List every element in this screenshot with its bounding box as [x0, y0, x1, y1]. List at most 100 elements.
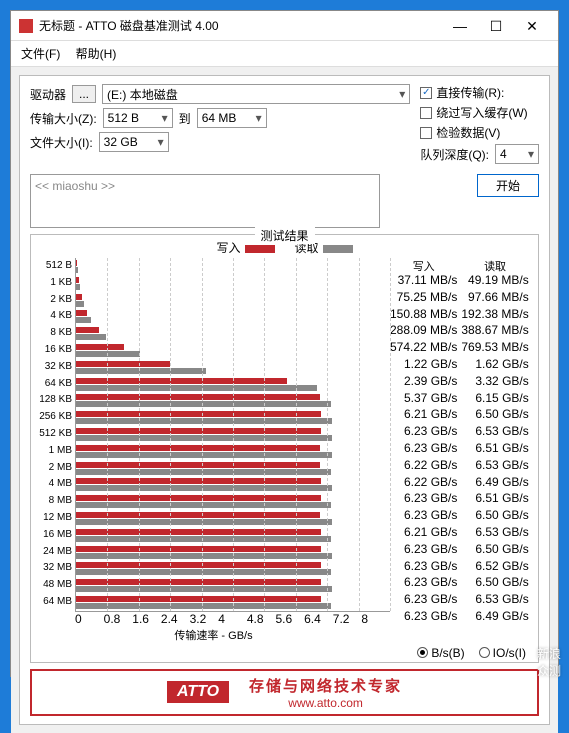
read-bar [76, 452, 332, 458]
read-value: 6.49 GB/s [461, 608, 528, 625]
read-bar [76, 502, 331, 508]
banner-tagline: 存储与网络技术专家 [249, 675, 402, 696]
direct-io-checkbox[interactable]: ✓直接传输(R): [420, 84, 539, 101]
read-value: 769.53 MB/s [461, 339, 528, 356]
read-value: 97.66 MB/s [461, 289, 528, 306]
x-tick: 0.8 [104, 612, 133, 626]
read-value: 1.62 GB/s [461, 356, 528, 373]
write-value: 6.23 GB/s [390, 440, 457, 457]
x-axis-title: 传输速率 - GB/s [37, 627, 390, 643]
menu-file[interactable]: 文件(F) [21, 47, 60, 61]
read-bar [76, 334, 106, 340]
verify-data-checkbox[interactable]: 检验数据(V) [420, 124, 539, 141]
minimize-button[interactable]: — [442, 19, 478, 33]
read-value: 49.19 MB/s [461, 272, 528, 289]
queue-depth-select[interactable]: 4 [495, 144, 539, 164]
write-value: 6.23 GB/s [390, 608, 457, 625]
options-group: ✓直接传输(R): 绕过写入缓存(W) 检验数据(V) 队列深度(Q): 4 [420, 84, 539, 168]
y-tick: 512 B [37, 258, 72, 275]
io-to-label: 到 [179, 110, 191, 127]
x-tick: 7.2 [333, 612, 362, 626]
read-bar [76, 267, 78, 273]
read-bar [76, 435, 332, 441]
write-bar [76, 428, 321, 434]
y-tick: 16 MB [37, 527, 72, 544]
write-bar [76, 394, 320, 400]
write-value: 150.88 MB/s [390, 306, 457, 323]
write-bar [76, 529, 321, 535]
write-value: 6.23 GB/s [390, 574, 457, 591]
close-button[interactable]: ✕ [514, 19, 550, 33]
queue-depth-label: 队列深度(Q): [420, 146, 489, 163]
write-bar [76, 277, 79, 283]
y-tick: 256 KB [37, 409, 72, 426]
read-value: 6.53 GB/s [461, 591, 528, 608]
write-value: 75.25 MB/s [390, 289, 457, 306]
read-value: 6.50 GB/s [461, 406, 528, 423]
start-button[interactable]: 开始 [477, 174, 539, 197]
x-tick: 8 [361, 612, 390, 626]
write-bar [76, 361, 170, 367]
read-bar [76, 385, 317, 391]
io-size-from-select[interactable]: 512 B [103, 108, 173, 128]
write-bar [76, 462, 320, 468]
write-value: 6.23 GB/s [390, 558, 457, 575]
drive-browse-button[interactable]: ... [72, 85, 96, 103]
unit-bytes-radio[interactable]: B/s(B) [417, 646, 464, 660]
bypass-cache-checkbox[interactable]: 绕过写入缓存(W) [420, 104, 539, 121]
window-title: 无标题 - ATTO 磁盘基准测试 4.00 [39, 17, 442, 34]
read-bar [76, 536, 331, 542]
file-size-label: 文件大小(I): [30, 134, 93, 151]
description-textarea[interactable]: << miaoshu >> [30, 174, 380, 228]
write-value: 6.23 GB/s [390, 541, 457, 558]
drive-label: 驱动器 [30, 86, 66, 103]
atto-logo: ATTO [167, 681, 229, 703]
read-bar [76, 586, 332, 592]
read-value: 6.50 GB/s [461, 574, 528, 591]
y-tick: 64 KB [37, 376, 72, 393]
unit-io-radio[interactable]: IO/s(I) [479, 646, 526, 660]
x-tick: 1.6 [132, 612, 161, 626]
io-size-to-select[interactable]: 64 MB [197, 108, 267, 128]
y-tick: 4 KB [37, 308, 72, 325]
write-value: 6.23 GB/s [390, 507, 457, 524]
y-tick: 64 MB [37, 594, 72, 611]
bar-chart: 512 B1 KB2 KB4 KB8 KB16 KB32 KB64 KB128 … [37, 258, 390, 612]
read-bar [76, 368, 206, 374]
y-tick: 8 KB [37, 325, 72, 342]
data-table: 写入37.11 MB/s75.25 MB/s150.88 MB/s288.09 … [390, 258, 532, 643]
x-tick: 4 [218, 612, 247, 626]
file-size-select[interactable]: 32 GB [99, 132, 169, 152]
y-tick: 48 MB [37, 577, 72, 594]
write-value: 5.37 GB/s [390, 390, 457, 407]
y-tick: 1 MB [37, 443, 72, 460]
read-value: 3.32 GB/s [461, 373, 528, 390]
drive-select[interactable]: (E:) 本地磁盘 [102, 84, 410, 104]
read-value: 6.53 GB/s [461, 457, 528, 474]
write-bar [76, 445, 320, 451]
write-value: 6.23 GB/s [390, 591, 457, 608]
write-value: 1.22 GB/s [390, 356, 457, 373]
x-tick: 5.6 [275, 612, 304, 626]
read-bar [76, 553, 332, 559]
write-bar [76, 411, 321, 417]
read-bar [76, 485, 332, 491]
y-tick: 32 KB [37, 359, 72, 376]
menu-help[interactable]: 帮助(H) [76, 47, 117, 61]
write-value: 288.09 MB/s [390, 322, 457, 339]
read-bar [76, 603, 331, 609]
y-tick: 32 MB [37, 560, 72, 577]
write-bar [76, 495, 321, 501]
y-tick: 1 KB [37, 275, 72, 292]
x-tick: 2.4 [161, 612, 190, 626]
maximize-button[interactable]: ☐ [478, 19, 514, 33]
write-value: 6.21 GB/s [390, 406, 457, 423]
read-bar [76, 284, 80, 290]
read-value: 6.15 GB/s [461, 390, 528, 407]
write-bar [76, 310, 87, 316]
write-bar [76, 327, 99, 333]
results-fieldset: 测试结果 写入 读取 512 B1 KB2 KB4 KB8 KB16 KB32 … [30, 234, 539, 663]
read-bar [76, 301, 84, 307]
y-tick: 16 KB [37, 342, 72, 359]
write-value: 574.22 MB/s [390, 339, 457, 356]
